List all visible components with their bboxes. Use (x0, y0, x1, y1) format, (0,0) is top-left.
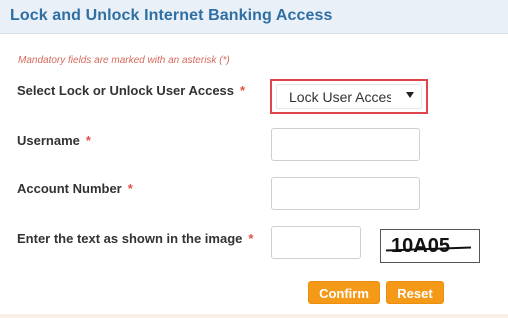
lock-unlock-select[interactable]: Lock User Access (276, 84, 422, 109)
username-label: Username * (17, 133, 91, 148)
captcha-text: 10A05 (391, 235, 450, 257)
captcha-label-text: Enter the text as shown in the image (17, 231, 243, 246)
captcha-image: 10A05 (380, 229, 480, 263)
page-header: Lock and Unlock Internet Banking Access (0, 0, 508, 34)
username-label-text: Username (17, 133, 80, 148)
account-number-label: Account Number * (17, 181, 133, 196)
username-input[interactable] (271, 128, 420, 161)
account-number-label-text: Account Number (17, 181, 122, 196)
footer-strip (0, 314, 508, 318)
lock-unlock-label: Select Lock or Unlock User Access * (17, 83, 245, 98)
required-asterisk: * (127, 181, 133, 196)
chevron-down-icon[interactable] (406, 92, 414, 98)
required-asterisk: * (248, 231, 254, 246)
lock-unlock-selected-value: Lock User Access (289, 89, 391, 105)
mandatory-fields-note: Mandatory fields are marked with an aste… (18, 55, 230, 66)
lock-unlock-label-text: Select Lock or Unlock User Access (17, 83, 235, 98)
page-title: Lock and Unlock Internet Banking Access (10, 7, 333, 24)
account-number-input[interactable] (271, 177, 420, 210)
required-asterisk: * (85, 133, 91, 148)
required-asterisk: * (240, 83, 246, 98)
reset-button[interactable]: Reset (386, 281, 444, 304)
captcha-input[interactable] (271, 226, 361, 259)
confirm-button[interactable]: Confirm (308, 281, 380, 304)
captcha-label: Enter the text as shown in the image * (17, 231, 253, 246)
